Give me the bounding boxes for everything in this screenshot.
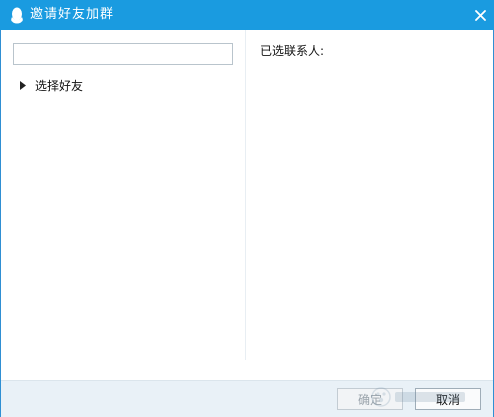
tree-item-select-friends[interactable]: 选择好友 bbox=[20, 76, 83, 94]
selected-contacts-pane: 已选联系人: bbox=[246, 30, 493, 360]
dialog-footer: 确定 取消 bbox=[1, 380, 493, 417]
dialog-title: 邀请好友加群 bbox=[30, 7, 115, 22]
friend-picker-pane: 选择好友 bbox=[1, 30, 246, 360]
ok-button[interactable]: 确定 bbox=[337, 388, 403, 410]
title-bar[interactable]: 邀请好友加群 bbox=[0, 0, 494, 30]
cancel-button[interactable]: 取消 bbox=[415, 388, 481, 410]
triangle-right-icon[interactable] bbox=[20, 80, 28, 90]
close-icon[interactable] bbox=[472, 7, 488, 23]
tree-item-label: 选择好友 bbox=[35, 78, 84, 93]
search-input[interactable] bbox=[13, 43, 233, 65]
invite-friends-dialog: 邀请好友加群 选择好友 已选联系人: 确定 取消 bbox=[0, 0, 494, 417]
qq-penguin-icon bbox=[9, 6, 25, 24]
dialog-content: 选择好友 已选联系人: bbox=[1, 30, 493, 380]
selected-contacts-label: 已选联系人: bbox=[260, 44, 325, 58]
